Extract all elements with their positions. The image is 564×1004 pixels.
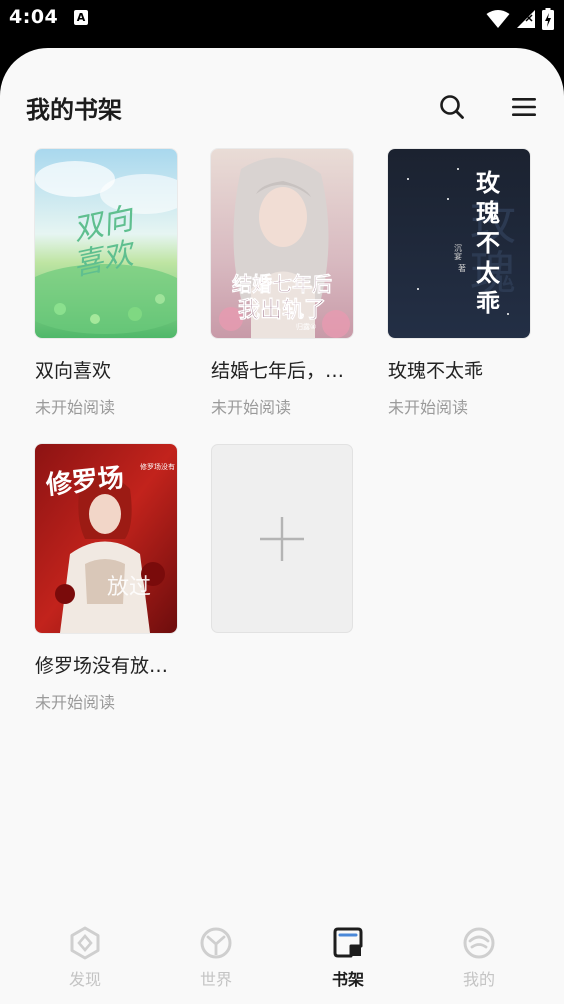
book-status: 未开始阅读 xyxy=(211,398,292,417)
svg-text:玫: 玫 xyxy=(476,168,501,197)
svg-text:归露④: 归露④ xyxy=(296,322,316,331)
book-status: 未开始阅读 xyxy=(35,398,116,417)
svg-text:不: 不 xyxy=(476,228,500,257)
bookshelf-panel: 我的书架 双向 喜欢 双向喜欢 未开始阅读 结婚七年后 我出轨了 归露④ 结婚七… xyxy=(0,48,564,1004)
menu-icon xyxy=(512,98,536,116)
status-icons xyxy=(486,8,554,30)
book-cover[interactable]: 结婚七年后 我出轨了 归露④ xyxy=(211,149,353,338)
signal-icon xyxy=(517,10,535,28)
status-bar: 4:04 A xyxy=(0,0,564,40)
world-icon xyxy=(200,927,232,959)
nav-label: 发现 xyxy=(68,970,101,989)
battery-charging-icon xyxy=(542,8,554,30)
status-time: 4:04 xyxy=(9,6,59,28)
menu-button[interactable] xyxy=(509,92,539,122)
svg-text:修罗场没有: 修罗场没有 xyxy=(140,462,175,471)
nav-item-discover[interactable]: 发现 xyxy=(35,926,135,990)
nav-label: 书架 xyxy=(331,970,364,989)
book-status: 未开始阅读 xyxy=(388,398,469,417)
svg-text:放过: 放过 xyxy=(107,575,151,600)
book-cover[interactable]: 修罗场 放过 修罗场没有 xyxy=(35,444,177,633)
bottom-nav: 发现 世界 书架 我的 xyxy=(0,926,564,1004)
notification-icon: A xyxy=(74,10,88,25)
book-title: 双向喜欢 xyxy=(35,360,112,382)
svg-text:瑰: 瑰 xyxy=(476,198,500,227)
book-cover[interactable]: 玫 瑰 玫 瑰 不 太 乖 沉宴 著 xyxy=(388,149,530,338)
book-title: 修罗场没有放… xyxy=(35,655,169,677)
svg-text:太: 太 xyxy=(476,258,501,287)
book-item[interactable]: 玫 瑰 玫 瑰 不 太 乖 沉宴 著 玫瑰不太乖 未开始阅读 xyxy=(388,149,530,418)
wifi-icon xyxy=(486,10,510,28)
book-item[interactable]: 修罗场 放过 修罗场没有 修罗场没有放… 未开始阅读 xyxy=(35,444,177,713)
search-button[interactable] xyxy=(437,92,467,122)
discover-icon xyxy=(70,926,100,960)
nav-item-profile[interactable]: 我的 xyxy=(429,926,529,990)
plus-icon xyxy=(260,516,304,561)
book-status: 未开始阅读 xyxy=(35,693,116,712)
add-book-button[interactable] xyxy=(211,444,353,633)
svg-text:我出轨了: 我出轨了 xyxy=(238,297,326,323)
svg-text:结婚七年后: 结婚七年后 xyxy=(232,272,332,296)
nav-item-world[interactable]: 世界 xyxy=(166,926,266,990)
page-title: 我的书架 xyxy=(26,96,122,124)
nav-label: 世界 xyxy=(199,970,232,989)
svg-text:乖: 乖 xyxy=(476,288,500,317)
book-title: 玫瑰不太乖 xyxy=(388,360,484,382)
nav-item-bookshelf[interactable]: 书架 xyxy=(298,926,398,990)
search-icon xyxy=(440,95,464,119)
nav-label: 我的 xyxy=(462,970,495,989)
svg-text:著: 著 xyxy=(458,263,466,273)
bookshelf-icon xyxy=(333,927,363,958)
svg-text:沉宴: 沉宴 xyxy=(454,244,463,260)
book-title: 结婚七年后，… xyxy=(211,360,345,382)
book-item[interactable]: 结婚七年后 我出轨了 归露④ 结婚七年后，… 未开始阅读 xyxy=(211,149,353,418)
profile-icon xyxy=(463,927,495,959)
book-cover[interactable]: 双向 喜欢 xyxy=(35,149,177,338)
book-item[interactable]: 双向 喜欢 双向喜欢 未开始阅读 xyxy=(35,149,177,418)
